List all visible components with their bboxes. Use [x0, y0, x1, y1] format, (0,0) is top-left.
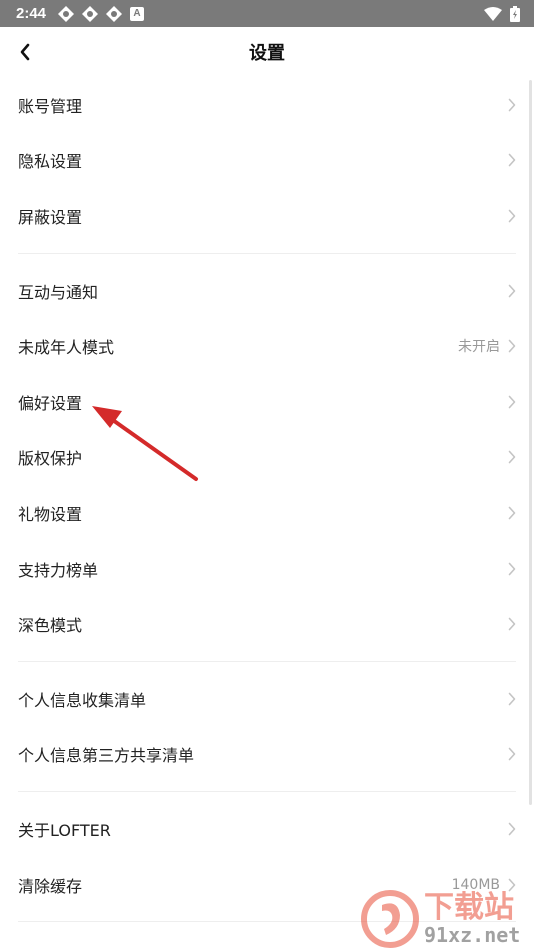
settings-row[interactable]: 深色模式 — [0, 596, 534, 652]
settings-row-label: 未成年人模式 — [18, 338, 115, 358]
settings-row[interactable]: 个人信息收集清单 — [0, 671, 534, 727]
chevron-right-icon — [508, 98, 516, 112]
title-bar: 设置 — [0, 27, 534, 77]
settings-row-label: 屏蔽设置 — [18, 207, 83, 227]
chevron-right-icon — [508, 617, 516, 631]
settings-row-label: 偏好设置 — [18, 393, 83, 413]
settings-row[interactable]: 支持力榜单 — [0, 541, 534, 597]
settings-row-trailing — [500, 98, 516, 112]
status-system-icons — [484, 5, 520, 22]
settings-row-label: 支持力榜单 — [18, 560, 99, 580]
settings-row[interactable]: 个人信息第三方共享清单 — [0, 727, 534, 783]
app-notification-icon — [106, 5, 123, 22]
back-button[interactable] — [12, 39, 38, 65]
watermark-title: 下载站 — [424, 890, 514, 925]
settings-row[interactable]: 屏蔽设置 — [0, 188, 534, 244]
watermark: 下载站 91xz.net — [360, 888, 534, 950]
settings-row-label: 互动与通知 — [18, 282, 99, 302]
settings-row-trailing — [500, 450, 516, 464]
settings-row-label: 个人信息收集清单 — [18, 690, 147, 710]
scrollbar[interactable] — [529, 80, 532, 805]
settings-row-label: 清除缓存 — [18, 876, 83, 896]
settings-row-label: 个人信息第三方共享清单 — [18, 746, 195, 766]
chevron-right-icon — [508, 154, 516, 167]
settings-row[interactable]: 隐私设置 — [0, 133, 534, 189]
page-title: 设置 — [249, 43, 285, 64]
settings-row-trailing — [500, 395, 516, 409]
settings-row-trailing — [500, 506, 516, 520]
a-notification-icon: A — [130, 6, 145, 21]
download-site-logo-icon — [361, 890, 419, 948]
chevron-right-icon — [508, 692, 516, 706]
settings-row[interactable]: 关于LOFTER — [0, 801, 534, 857]
wifi-icon — [484, 6, 502, 21]
settings-row-trailing: 未开启 — [458, 336, 516, 356]
status-bar: 2:44 A — [0, 0, 534, 27]
chevron-right-icon — [508, 562, 516, 575]
group-divider — [0, 244, 534, 263]
settings-row[interactable]: 偏好设置 — [0, 374, 534, 430]
settings-list: 账号管理隐私设置屏蔽设置互动与通知未成年人模式 未开启偏好设置版权保护礼物设置支持… — [0, 77, 534, 931]
settings-row-trailing — [500, 209, 516, 223]
settings-row-trailing — [500, 562, 516, 576]
watermark-url: 91xz.net — [424, 923, 521, 947]
chevron-right-icon — [508, 395, 516, 409]
settings-row[interactable]: 账号管理 — [0, 77, 534, 133]
settings-row-label: 隐私设置 — [18, 152, 83, 172]
status-time: 2:44 — [16, 5, 47, 22]
settings-row-label: 礼物设置 — [18, 504, 83, 524]
settings-row[interactable]: 版权保护 — [0, 430, 534, 486]
back-arrow-icon — [20, 43, 30, 61]
group-divider — [0, 652, 534, 671]
chevron-right-icon — [508, 822, 516, 836]
group-divider — [0, 782, 534, 801]
settings-row-trailing — [500, 153, 516, 167]
settings-row-trailing — [500, 284, 516, 298]
chevron-right-icon — [508, 284, 516, 297]
settings-row-value: 未开启 — [458, 339, 500, 356]
settings-row-label: 深色模式 — [18, 616, 83, 636]
chevron-right-icon — [508, 506, 516, 520]
app-notification-icon — [58, 5, 75, 22]
chevron-right-icon — [508, 339, 516, 353]
settings-row[interactable]: 礼物设置 — [0, 485, 534, 541]
status-notification-icons: A — [58, 5, 145, 22]
settings-row-trailing — [500, 747, 516, 761]
settings-row[interactable]: 互动与通知 — [0, 263, 534, 319]
settings-row-trailing — [500, 617, 516, 631]
settings-row-trailing — [500, 692, 516, 706]
settings-row-label: 关于LOFTER — [18, 820, 111, 840]
watermark-text: 下载站 91xz.net — [424, 890, 521, 947]
app-notification-icon — [82, 5, 99, 22]
chevron-right-icon — [508, 748, 516, 761]
settings-row[interactable]: 未成年人模式 未开启 — [0, 318, 534, 374]
chevron-right-icon — [508, 451, 516, 464]
settings-row-trailing — [500, 822, 516, 836]
settings-row-label: 账号管理 — [18, 96, 83, 116]
chevron-right-icon — [508, 209, 516, 223]
battery-icon — [510, 5, 520, 22]
settings-row-label: 版权保护 — [18, 449, 83, 469]
